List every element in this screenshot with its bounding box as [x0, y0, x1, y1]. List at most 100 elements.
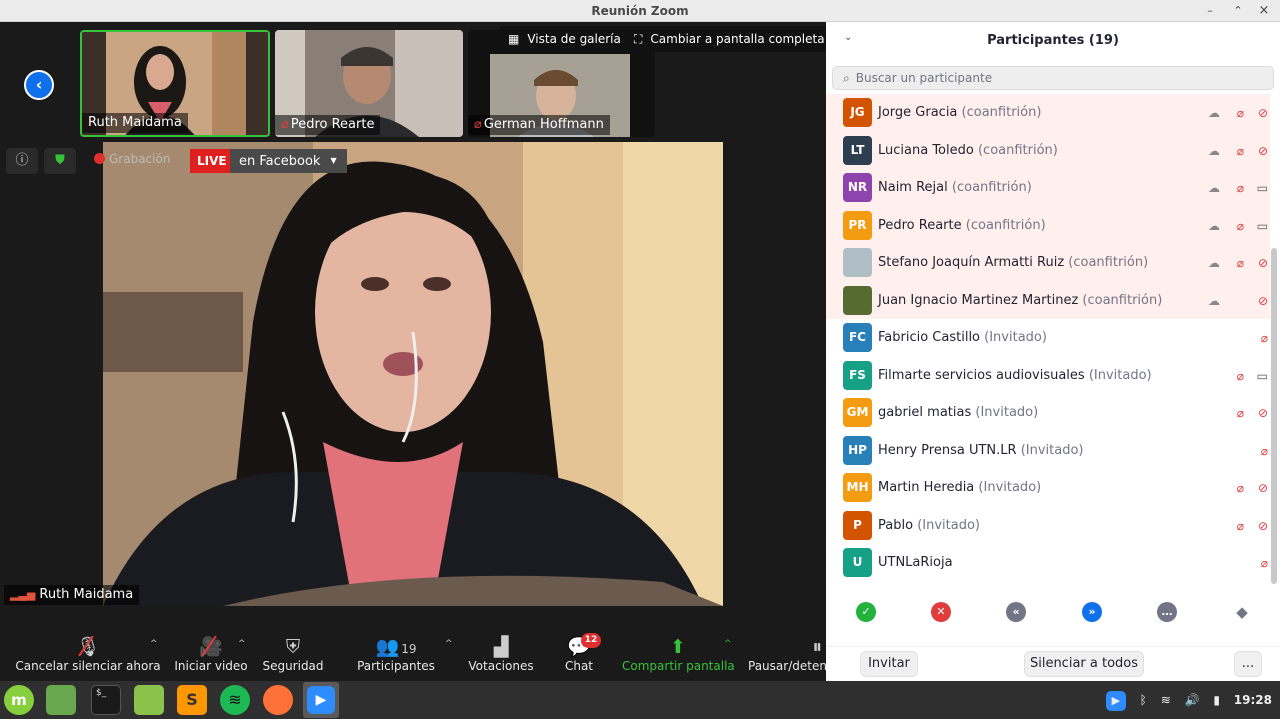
minimize-icon[interactable]: –	[1202, 3, 1218, 19]
terminal-icon[interactable]: $_	[91, 685, 121, 715]
participant-row[interactable]: PR Pedro Rearte (coanfitrión) ☁ ⌀ ▭	[826, 206, 1270, 244]
thumbnail-name: ⌀ Pedro Rearte	[275, 115, 381, 135]
participant-role: (Invitado)	[978, 480, 1042, 495]
clock[interactable]: 19:28	[1234, 693, 1272, 707]
participant-row[interactable]: NR Naim Rejal (coanfitrión) ☁ ⌀ ▭	[826, 169, 1270, 207]
participant-role: (coanfitrión)	[951, 180, 1032, 195]
participant-status-icons: ⌀ ▭	[1190, 366, 1270, 386]
participant-row[interactable]: FS Filmarte servicios audiovisuales (Invi…	[826, 357, 1270, 395]
mic-muted-icon[interactable]: ⌀	[1261, 553, 1268, 573]
video-off-icon[interactable]: ⊘	[1258, 103, 1268, 123]
previous-page-button[interactable]: ‹	[24, 70, 54, 100]
mic-muted-icon[interactable]: ⌀	[1237, 253, 1244, 273]
participant-status-icons: ☁ ⌀ ⊘	[1190, 103, 1270, 123]
firefox-icon[interactable]	[263, 685, 293, 715]
unmute-button[interactable]: 🎙 Cancelar silenciar ahora ^	[14, 631, 162, 681]
mic-muted-icon[interactable]: ⌀	[1237, 478, 1244, 498]
meeting-info-icon[interactable]: ⓘ	[6, 148, 38, 174]
cloud-record-icon: ☁	[1208, 256, 1220, 270]
battery-icon[interactable]: ▮	[1213, 693, 1220, 707]
gallery-view-button[interactable]: ▦ Vista de galería	[500, 26, 629, 52]
invite-button[interactable]: Invitar	[860, 651, 918, 677]
participant-row[interactable]: Stefano Joaquín Armatti Ruiz (coanfitrió…	[826, 244, 1270, 282]
security-button[interactable]: ⛨ Seguridad	[260, 631, 326, 681]
fullscreen-button[interactable]: ⛶ Cambiar a pantalla completa	[626, 26, 833, 52]
video-off-icon[interactable]: ⊘	[1258, 141, 1268, 161]
participant-row[interactable]: MH Martin Heredia (Invitado) ⌀ ⊘	[826, 469, 1270, 507]
video-on-icon[interactable]: ▭	[1257, 178, 1268, 198]
polls-button[interactable]: ▟ Votaciones	[466, 631, 536, 681]
caret-up-icon[interactable]: ^	[445, 639, 453, 649]
participant-row[interactable]: Juan Ignacio Martinez Martinez (coanfitr…	[826, 281, 1270, 319]
participant-status-icons: ⌀	[1190, 328, 1270, 348]
mic-muted-icon[interactable]: ⌀	[1237, 103, 1244, 123]
live-stream-dropdown[interactable]: en Facebook ▼	[230, 149, 347, 173]
thumbnail-ruth[interactable]: Ruth Maidama	[80, 30, 270, 137]
participant-row[interactable]: P Pablo (Invitado) ⌀ ⊘	[826, 507, 1270, 545]
video-off-icon[interactable]: ⊘	[1258, 516, 1268, 536]
volume-icon[interactable]: 🔊	[1185, 693, 1200, 707]
participants-button[interactable]: 👥 19 Participantes ^	[355, 631, 452, 681]
encryption-shield-icon[interactable]: ⛊	[44, 148, 76, 174]
caret-up-icon[interactable]: ^	[724, 639, 732, 649]
mic-muted-icon[interactable]: ⌀	[1237, 403, 1244, 423]
sublime-text-icon[interactable]: S	[177, 685, 207, 715]
mic-muted-icon[interactable]: ⌀	[1261, 328, 1268, 348]
recording-indicator[interactable]: Grabación	[94, 152, 170, 166]
start-video-button[interactable]: 🎥 Iniciar video ^	[172, 631, 250, 681]
wifi-icon[interactable]: ≋	[1161, 693, 1171, 707]
spotify-icon[interactable]: ≋	[220, 685, 250, 715]
menu-logo-icon[interactable]: m	[4, 685, 34, 715]
mic-muted-icon[interactable]: ⌀	[1237, 516, 1244, 536]
maximize-icon[interactable]: ⌃	[1230, 3, 1246, 19]
participant-row[interactable]: JG Jorge Gracia (coanfitrión) ☁ ⌀ ⊘	[826, 94, 1270, 132]
caret-up-icon[interactable]: ^	[150, 639, 158, 649]
main-video	[103, 142, 723, 606]
avatar: NR	[843, 173, 872, 202]
participants-count: 19	[401, 642, 417, 656]
participant-row[interactable]: HP Henry Prensa UTN.LR (Invitado) ⌀	[826, 432, 1270, 470]
video-on-icon[interactable]: ▭	[1257, 216, 1268, 236]
participant-row[interactable]: U UTNLaRioja ⌀	[826, 544, 1270, 581]
participant-list-scrollbar[interactable]	[1271, 248, 1277, 584]
thumbnail-pedro[interactable]: ⌀ Pedro Rearte	[275, 30, 463, 137]
bluetooth-icon[interactable]: ᛒ	[1140, 693, 1147, 707]
video-off-icon[interactable]: ⊘	[1258, 291, 1268, 311]
zoom-taskbar-icon[interactable]: ▶	[303, 682, 339, 718]
desktop-icon[interactable]	[46, 685, 76, 715]
more-reactions-icon[interactable]: …	[1157, 602, 1177, 622]
participant-row[interactable]: LT Luciana Toledo (coanfitrión) ☁ ⌀ ⊘	[826, 131, 1270, 169]
participant-status-icons: ⌀ ⊘	[1190, 403, 1270, 423]
video-off-icon[interactable]: ⊘	[1258, 403, 1268, 423]
pause-recording-button[interactable]: ⏸ Pausar/detener	[744, 631, 826, 681]
more-options-button[interactable]: ...	[1234, 651, 1262, 677]
video-off-icon[interactable]: ⊘	[1258, 253, 1268, 273]
mic-muted-icon[interactable]: ⌀	[1237, 141, 1244, 161]
participant-search-input[interactable]: ⌕ Buscar un participante	[832, 66, 1274, 90]
go-slower-icon[interactable]: «	[1006, 602, 1026, 622]
participant-row[interactable]: FC Fabricio Castillo (Invitado) ⌀	[826, 319, 1270, 357]
go-faster-icon[interactable]: »	[1082, 602, 1102, 622]
caret-up-icon[interactable]: ^	[238, 639, 246, 649]
search-placeholder: Buscar un participante	[855, 71, 993, 85]
participant-status-icons: ☁ ⌀ ▭	[1190, 178, 1270, 198]
share-screen-button[interactable]: ⬆ Compartir pantalla ^	[622, 631, 735, 681]
share-screen-icon: ⬆	[670, 636, 686, 658]
mic-muted-icon[interactable]: ⌀	[1261, 441, 1268, 461]
mic-muted-icon[interactable]: ⌀	[1237, 366, 1244, 386]
video-on-icon[interactable]: ▭	[1257, 366, 1268, 386]
video-off-icon[interactable]: ⊘	[1258, 478, 1268, 498]
close-icon[interactable]: ×	[1256, 3, 1272, 19]
mic-muted-icon[interactable]: ⌀	[1237, 216, 1244, 236]
participant-row[interactable]: GM gabriel matias (Invitado) ⌀ ⊘	[826, 394, 1270, 432]
cloud-record-icon: ☁	[1208, 181, 1220, 195]
yes-reaction-icon[interactable]: ✓	[856, 602, 876, 622]
zoom-tray-icon[interactable]: ▶	[1105, 690, 1126, 711]
mute-all-button[interactable]: Silenciar a todos	[1024, 651, 1144, 677]
participant-status-icons: ☁ ⊘	[1190, 291, 1270, 311]
no-reaction-icon[interactable]: ✕	[931, 602, 951, 622]
clear-eraser-icon[interactable]: ◆	[1232, 602, 1252, 622]
chat-button[interactable]: 💬 12 Chat	[556, 631, 602, 681]
mic-muted-icon[interactable]: ⌀	[1237, 178, 1244, 198]
folder-icon[interactable]	[134, 685, 164, 715]
